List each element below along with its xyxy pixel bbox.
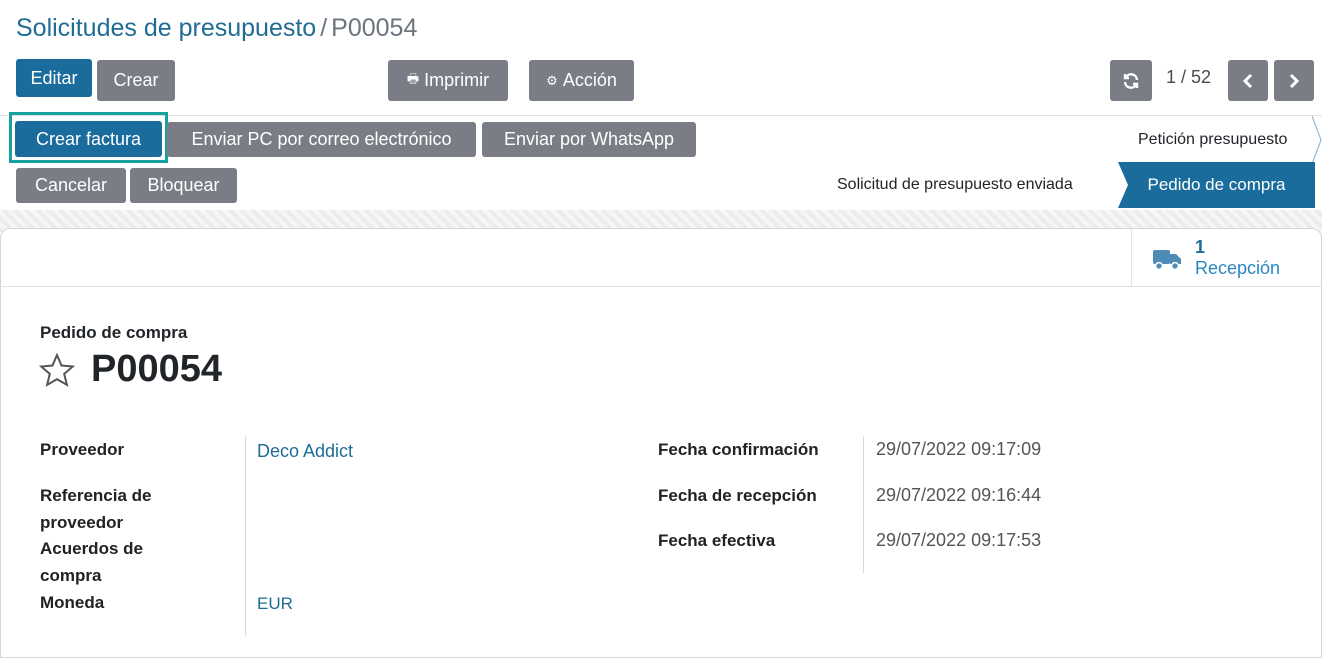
left-group-separator <box>245 436 246 636</box>
star-icon[interactable] <box>39 353 75 387</box>
previous-button[interactable] <box>1228 60 1268 101</box>
send-email-button[interactable]: Enviar PC por correo electrónico <box>167 122 476 157</box>
currency-label: Moneda <box>40 593 105 612</box>
breadcrumb-separator: / <box>320 14 328 42</box>
confirmation-date-label: Fecha confirmación <box>658 440 819 459</box>
confirmation-date-field[interactable]: 29/07/2022 09:17:09 <box>876 439 1041 460</box>
receipt-date-field[interactable]: 29/07/2022 09:16:44 <box>876 485 1041 506</box>
print-button[interactable]: 🖶 Imprimir <box>388 60 508 101</box>
refresh-icon <box>1123 72 1139 89</box>
effective-date-field[interactable]: 29/07/2022 09:17:53 <box>876 530 1041 551</box>
breadcrumb-parent-link[interactable]: Solicitudes de presupuesto <box>16 14 316 42</box>
receipt-smart-button[interactable]: 1 Recepción <box>1132 230 1322 286</box>
print-icon: 🖶 <box>406 70 420 86</box>
receipt-label: Recepción <box>1195 258 1281 278</box>
truck-icon <box>1153 250 1181 271</box>
currency-field[interactable]: EUR <box>257 594 293 614</box>
stage-rfq-sent[interactable]: Solicitud de presupuesto enviada <box>837 176 1073 194</box>
purchase-agreement-label: Acuerdos de compra <box>40 539 143 585</box>
stage-rfq[interactable]: Petición presupuesto <box>1138 131 1287 149</box>
action-label: Acción <box>562 70 617 90</box>
chevron-right-icon <box>1289 73 1300 88</box>
right-group-separator <box>863 436 864 573</box>
create-button[interactable]: Crear <box>97 60 175 101</box>
send-whatsapp-button[interactable]: Enviar por WhatsApp <box>482 122 696 157</box>
breadcrumb: Solicitudes de presupuesto / P00054 <box>16 14 417 43</box>
button-box-divider <box>0 286 1322 287</box>
stage-purchase-order[interactable]: Pedido de compra <box>1118 162 1315 208</box>
print-label: Imprimir <box>424 70 490 90</box>
cancel-button[interactable]: Cancelar <box>16 168 126 203</box>
refresh-button[interactable] <box>1110 60 1152 101</box>
vendor-label: Proveedor <box>40 440 125 459</box>
pager-value[interactable]: 1 / 52 <box>1166 67 1211 88</box>
breadcrumb-current: P00054 <box>331 14 418 42</box>
next-button[interactable] <box>1274 60 1314 101</box>
document-type-label: Pedido de compra <box>40 323 188 342</box>
effective-date-label: Fecha efectiva <box>658 531 776 550</box>
action-button[interactable]: ⚙ Acción <box>529 60 634 101</box>
lock-button[interactable]: Bloquear <box>130 168 237 203</box>
vendor-field[interactable]: Deco Addict <box>257 441 353 462</box>
edit-button[interactable]: Editar <box>16 59 92 97</box>
receipt-count: 1 <box>1195 237 1206 257</box>
gear-icon: ⚙ <box>546 72 558 88</box>
vendor-reference-label: Referencia de proveedor <box>40 486 152 532</box>
receipt-date-label: Fecha de recepción <box>658 486 817 505</box>
create-invoice-button[interactable]: Crear factura <box>15 121 162 157</box>
chevron-left-icon <box>1242 73 1253 88</box>
stage-arrow-divider <box>1312 116 1322 164</box>
document-name: P00054 <box>91 348 223 390</box>
